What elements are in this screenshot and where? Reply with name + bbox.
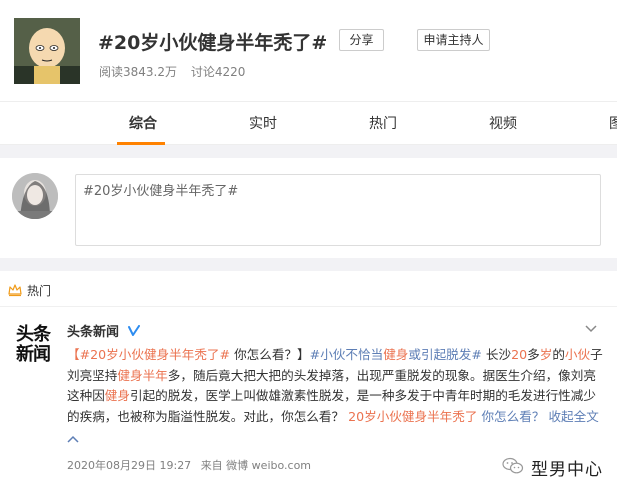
tab-bar: 综合 实时 热门 视频 图 xyxy=(0,101,617,145)
post-text-segment: 的 xyxy=(552,347,565,362)
post-body: 【#20岁小伙健身半年秃了# 你怎么看？】#小伙不恰当健身或引起脱发# 长沙20… xyxy=(67,345,605,427)
post-text-segment: 你怎么看？ xyxy=(477,408,549,424)
topic-stats: 阅读3843.2万 讨论4220 xyxy=(99,63,255,80)
keyword-highlight[interactable]: 健身 xyxy=(383,347,408,362)
post-source: 来自 微博 weibo.com xyxy=(200,459,312,472)
user-avatar[interactable] xyxy=(12,173,58,219)
hashtag-link[interactable]: 或引起脱发# xyxy=(408,347,482,362)
hot-section-label: 热门 xyxy=(27,284,52,298)
author-logo-line2: 新闻 xyxy=(16,344,51,365)
post-text-segment: 【 xyxy=(67,347,80,362)
tab-hot[interactable]: 热门 xyxy=(369,102,397,146)
hashtag-link[interactable]: #小伙不恰当 xyxy=(310,347,384,362)
hot-section-header: 热门 xyxy=(0,271,617,307)
author-row: 头条新闻 xyxy=(67,321,141,341)
author-avatar[interactable]: 头条 新闻 xyxy=(16,325,56,365)
topic-hashtag-link[interactable]: #20岁小伙健身半年秃了# xyxy=(80,347,230,362)
topic-avatar[interactable] xyxy=(14,18,80,84)
author-logo-line1: 头条 xyxy=(16,324,51,345)
keyword-highlight: 20 xyxy=(511,347,528,362)
watermark: 型男中心 xyxy=(502,455,612,480)
post-input[interactable]: #20岁小伙健身半年秃了# xyxy=(75,174,601,246)
chevron-up-icon xyxy=(67,435,79,443)
topic-title: #20岁小伙健身半年秃了# xyxy=(98,32,328,54)
post-text-segment: 长沙 xyxy=(481,347,512,362)
post-text-segment: 你怎么看？】 xyxy=(230,347,310,362)
feed-post: 头条 新闻 头条新闻 【#20岁小伙健身半年秃了# 你怎么看？】#小伙不恰当健身… xyxy=(0,307,617,492)
author-name[interactable]: 头条新闻 xyxy=(67,325,119,340)
saitama-avatar-image xyxy=(14,18,80,84)
crown-icon xyxy=(8,284,22,297)
post-timestamp[interactable]: 2020年08月29日 19:27 xyxy=(67,459,191,472)
section-divider xyxy=(0,145,617,158)
tab-video[interactable]: 视频 xyxy=(489,102,517,146)
tab-image[interactable]: 图 xyxy=(609,102,617,146)
read-count: 阅读3843.2万 xyxy=(99,65,177,79)
keyword-highlight: 健身 xyxy=(104,388,130,403)
post-meta: 2020年08月29日 19:27 来自 微博 weibo.com xyxy=(67,457,317,473)
chevron-down-icon[interactable] xyxy=(584,323,598,335)
topic-header: #20岁小伙健身半年秃了# 分享 申请主持人 阅读3843.2万 讨论4220 xyxy=(0,0,617,101)
verified-icon xyxy=(128,325,141,336)
post-text-segment: 多 xyxy=(527,347,540,362)
wechat-icon xyxy=(502,457,524,474)
tab-realtime[interactable]: 实时 xyxy=(249,102,277,146)
keyword-highlight: 健身半年 xyxy=(117,367,168,383)
collapse-text-link[interactable]: 收起全文 xyxy=(548,409,598,424)
keyword-highlight: 小伙 xyxy=(564,347,591,362)
discussion-count: 讨论4220 xyxy=(190,65,246,79)
watermark-text: 型男中心 xyxy=(531,460,603,480)
post-composer: #20岁小伙健身半年秃了# xyxy=(0,158,617,258)
user-avatar-image xyxy=(12,173,58,219)
section-divider xyxy=(0,258,617,271)
keyword-highlight: 20岁小伙健身半年秃了 xyxy=(348,408,478,424)
apply-host-button[interactable]: 申请主持人 xyxy=(417,29,490,51)
share-button[interactable]: 分享 xyxy=(339,29,384,51)
tab-comprehensive[interactable]: 综合 xyxy=(129,102,157,146)
collapse-button[interactable] xyxy=(67,434,79,449)
keyword-highlight: 岁 xyxy=(539,347,553,362)
